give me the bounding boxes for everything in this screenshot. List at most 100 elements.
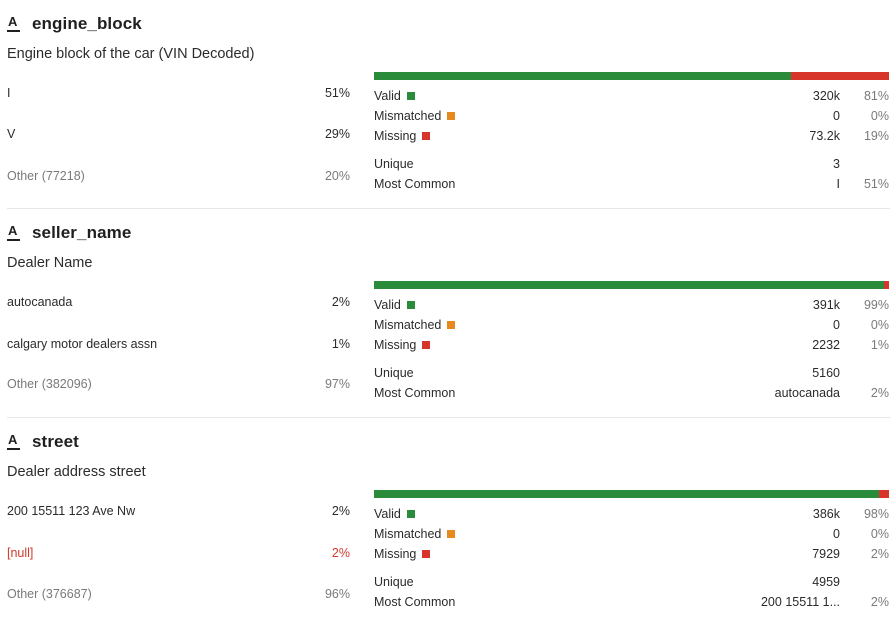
top-value-percent: 96% xyxy=(324,587,350,601)
stat-percent: 0% xyxy=(870,527,889,541)
top-value-percent: 51% xyxy=(324,86,350,100)
stat-row-valid: Valid 320k 81% xyxy=(374,89,889,105)
stat-percent: 81% xyxy=(863,89,889,103)
stat-label: Unique xyxy=(374,575,414,589)
top-value-label: calgary motor dealers assn xyxy=(7,337,158,351)
stat-row-unique: Unique 3 xyxy=(374,157,889,173)
column-name: street xyxy=(32,432,79,451)
stat-row-most-common: Most Common I 51% xyxy=(374,177,889,193)
top-value-label: [null] xyxy=(7,546,34,560)
top-value-label: Other (376687) xyxy=(7,587,92,601)
string-type-icon: A xyxy=(7,224,21,241)
column-card-seller-name: A seller_name Dealer Name autocanada 2% … xyxy=(0,209,896,418)
stat-percent: 0% xyxy=(870,318,889,332)
stat-row-mismatched: Mismatched 0 0% xyxy=(374,527,889,543)
column-name: seller_name xyxy=(32,223,132,242)
stat-row-missing: Missing 73.2k 19% xyxy=(374,129,889,145)
stat-value: 3 xyxy=(833,157,840,171)
top-value-percent: 97% xyxy=(324,377,350,391)
column-description: Dealer Name xyxy=(7,255,93,271)
stat-value: 0 xyxy=(833,527,840,541)
stat-value: I xyxy=(836,177,840,191)
stat-value: 2232 xyxy=(812,338,840,352)
valid-legend-square-icon xyxy=(406,510,415,518)
valid-legend-square-icon xyxy=(406,92,415,100)
stat-value: 386k xyxy=(812,507,840,521)
top-value-row-other: Other (382096) 97% xyxy=(7,375,350,393)
top-value-label: Other (77218) xyxy=(7,169,85,183)
stat-row-unique: Unique 5160 xyxy=(374,366,889,382)
top-value-percent: 20% xyxy=(324,169,350,183)
top-value-row: 200 15511 123 Ave Nw 2% xyxy=(7,502,350,520)
top-value-row: autocanada 2% xyxy=(7,293,350,311)
top-value-row-other: Other (376687) 96% xyxy=(7,585,350,603)
top-value-row: V 29% xyxy=(7,125,350,143)
mismatched-legend-square-icon xyxy=(447,321,456,329)
column-header[interactable]: A street xyxy=(7,431,79,453)
top-value-label: autocanada xyxy=(7,295,73,309)
top-value-percent: 1% xyxy=(331,337,350,351)
column-card-engine-block: A engine_block Engine block of the car (… xyxy=(0,0,896,209)
stat-percent: 99% xyxy=(863,298,889,312)
stat-label: Valid xyxy=(374,298,401,312)
stat-row-missing: Missing 7929 2% xyxy=(374,547,889,563)
column-header[interactable]: A seller_name xyxy=(7,222,131,244)
stat-label: Most Common xyxy=(374,386,456,400)
missing-legend-square-icon xyxy=(422,550,431,558)
stat-label: Mismatched xyxy=(374,527,442,541)
stat-label: Valid xyxy=(374,89,401,103)
stat-row-missing: Missing 2232 1% xyxy=(374,338,889,354)
valid-legend-square-icon xyxy=(406,301,415,309)
data-quality-bar xyxy=(374,281,889,289)
stat-label: Missing xyxy=(374,547,417,561)
stat-value: 7929 xyxy=(812,547,840,561)
stat-value: 4959 xyxy=(812,575,840,589)
stat-label: Valid xyxy=(374,507,401,521)
stat-label: Unique xyxy=(374,366,414,380)
stat-row-mismatched: Mismatched 0 0% xyxy=(374,318,889,334)
stat-percent: 1% xyxy=(870,338,889,352)
column-name: engine_block xyxy=(32,14,142,33)
top-value-label: 200 15511 123 Ave Nw xyxy=(7,504,136,518)
stat-percent: 19% xyxy=(863,129,889,143)
top-value-label: V xyxy=(7,127,16,141)
stat-percent: 51% xyxy=(863,177,889,191)
string-type-icon: A xyxy=(7,433,21,450)
quality-bar-missing-segment xyxy=(883,281,889,289)
quality-bar-missing-segment xyxy=(878,490,889,498)
stat-label: Most Common xyxy=(374,595,456,609)
stat-percent: 0% xyxy=(870,109,889,123)
stat-percent: 2% xyxy=(870,595,889,609)
column-description: Engine block of the car (VIN Decoded) xyxy=(7,46,255,62)
quality-bar-valid-segment xyxy=(374,281,884,289)
stat-value: 391k xyxy=(812,298,840,312)
data-quality-bar xyxy=(374,490,889,498)
stat-label: Missing xyxy=(374,129,417,143)
stat-label: Missing xyxy=(374,338,417,352)
top-value-row: I 51% xyxy=(7,84,350,102)
stat-value: 73.2k xyxy=(809,129,840,143)
stat-value: 0 xyxy=(833,109,840,123)
top-value-row-null: [null] 2% xyxy=(7,544,350,562)
top-value-row: calgary motor dealers assn 1% xyxy=(7,335,350,353)
string-type-icon: A xyxy=(7,15,21,32)
stat-row-valid: Valid 386k 98% xyxy=(374,507,889,523)
quality-bar-valid-segment xyxy=(374,72,792,80)
stat-row-mismatched: Mismatched 0 0% xyxy=(374,109,889,125)
missing-legend-square-icon xyxy=(422,341,431,349)
data-quality-bar xyxy=(374,72,889,80)
stat-value: 200 15511 1... xyxy=(760,595,840,609)
stat-row-unique: Unique 4959 xyxy=(374,575,889,591)
stat-label: Most Common xyxy=(374,177,456,191)
stat-label: Unique xyxy=(374,157,414,171)
stat-percent: 2% xyxy=(870,547,889,561)
mismatched-legend-square-icon xyxy=(447,530,456,538)
top-value-percent: 2% xyxy=(331,546,350,560)
top-value-label: Other (382096) xyxy=(7,377,92,391)
stat-percent: 2% xyxy=(870,386,889,400)
column-description: Dealer address street xyxy=(7,464,146,480)
quality-bar-missing-segment xyxy=(791,72,889,80)
stat-row-valid: Valid 391k 99% xyxy=(374,298,889,314)
stat-value: 5160 xyxy=(812,366,840,380)
column-header[interactable]: A engine_block xyxy=(7,13,142,35)
